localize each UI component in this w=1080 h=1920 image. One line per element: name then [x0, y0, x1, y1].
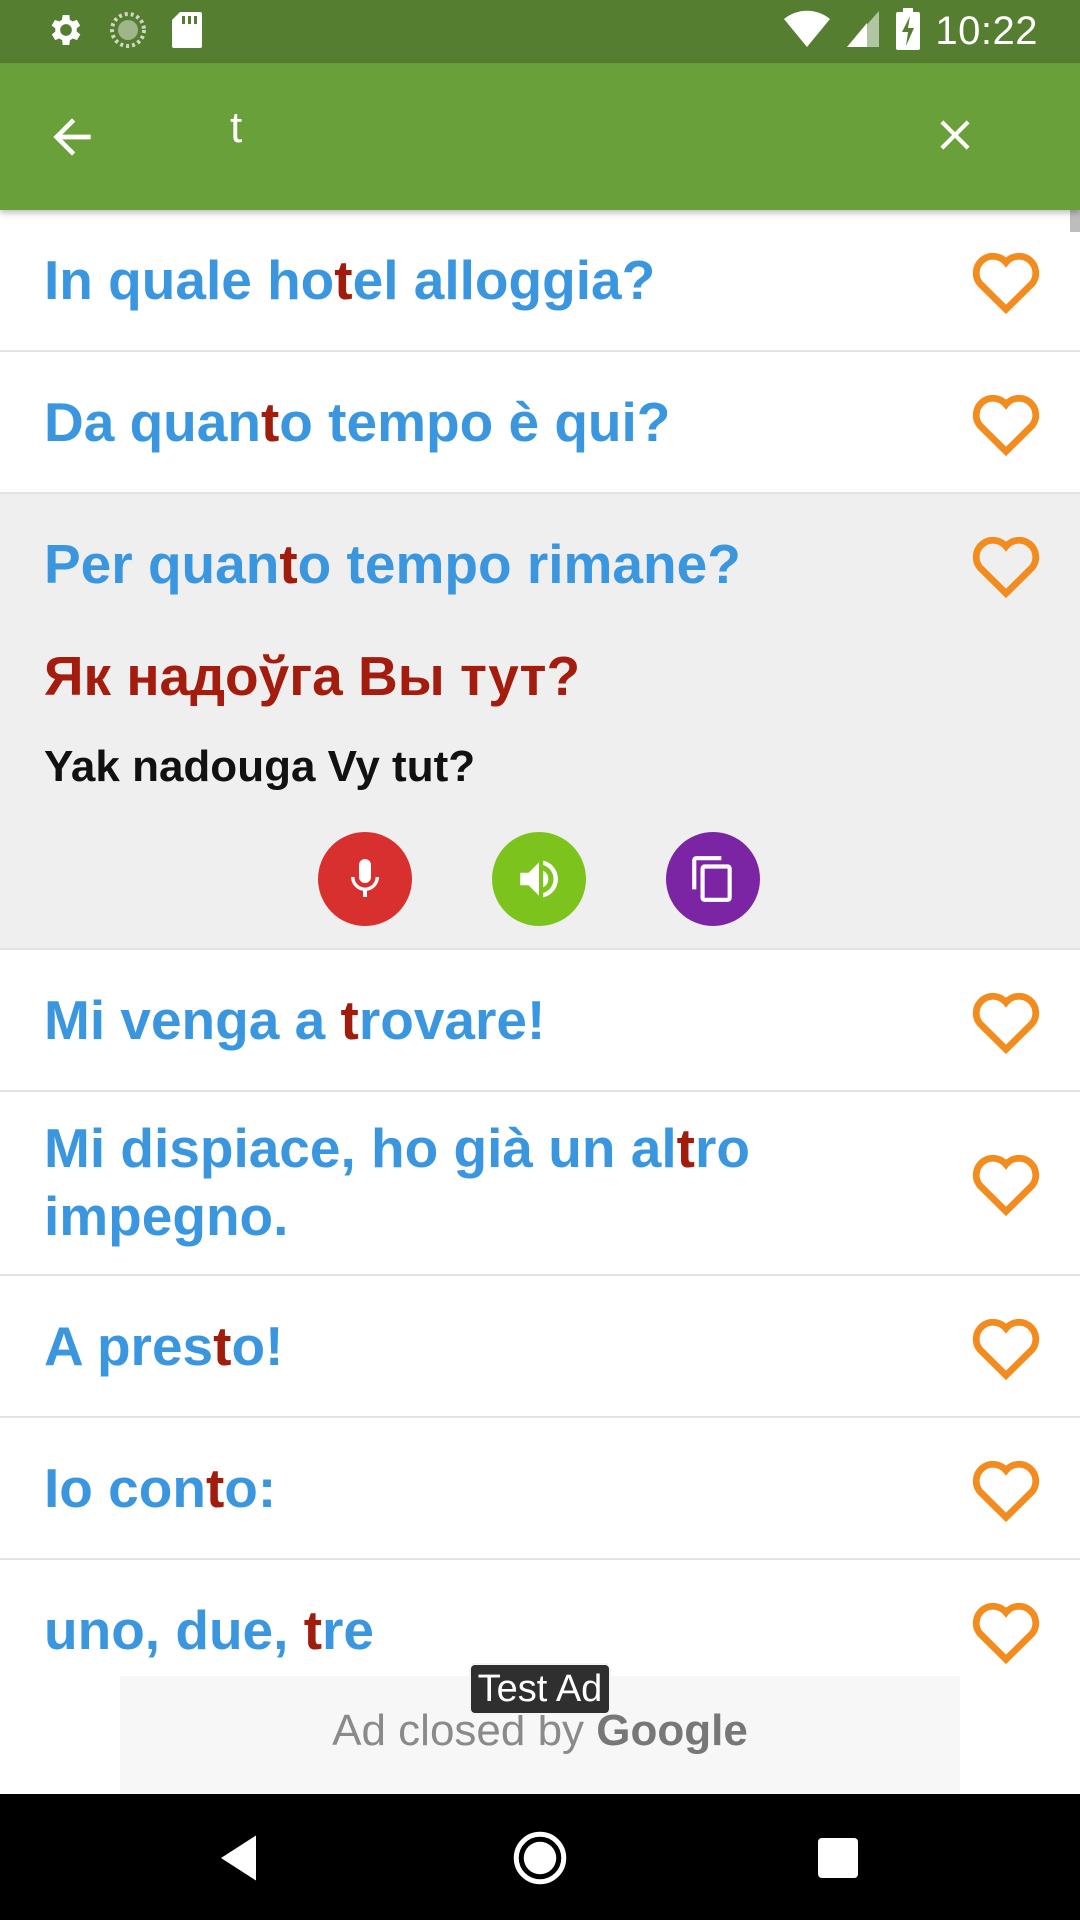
- clear-search-button[interactable]: [930, 107, 980, 163]
- phrase-row[interactable]: Mi venga a trovare!: [0, 950, 1080, 1092]
- back-button[interactable]: [44, 109, 100, 165]
- scrollbar[interactable]: [1070, 210, 1080, 232]
- phrase-row[interactable]: A presto!: [0, 1276, 1080, 1418]
- navigation-bar: [0, 1794, 1080, 1920]
- heart-icon[interactable]: [968, 388, 1044, 456]
- settings-icon: [46, 10, 86, 55]
- home-circle-icon[interactable]: [510, 1828, 570, 1888]
- play-audio-button[interactable]: [492, 832, 586, 926]
- search-match: t: [260, 391, 280, 453]
- heart-icon[interactable]: [968, 246, 1044, 314]
- sd-card-icon: [170, 10, 204, 55]
- phrase-text: uno, due, tre: [44, 1599, 375, 1661]
- copy-button[interactable]: [666, 832, 760, 926]
- speaker-icon: [520, 860, 558, 898]
- phrase-list: In quale hotel alloggia? Da quanto tempo…: [0, 210, 1080, 1794]
- search-match: t: [676, 1117, 695, 1179]
- search-match: t: [279, 533, 298, 595]
- phrase-row[interactable]: Mi dispiace, ho già un altro impegno.: [0, 1092, 1080, 1276]
- status-time: 10:22: [935, 8, 1038, 53]
- phrase-text: In quale hotel alloggia?: [44, 249, 656, 311]
- search-match: t: [340, 989, 359, 1051]
- phrase-row[interactable]: Da quanto tempo è qui?: [0, 352, 1080, 494]
- loading-icon: [108, 10, 148, 55]
- transliteration-text: Yak nadouga Vy tut?: [44, 742, 476, 791]
- status-bar: 10:22: [0, 0, 1080, 63]
- phrase-text: Mi venga a trovare!: [44, 989, 546, 1051]
- translation-text: Як надоўга Вы тут?: [44, 645, 581, 707]
- signal-icon: [845, 9, 881, 54]
- phrase-row[interactable]: In quale hotel alloggia?: [0, 210, 1080, 352]
- arrow-left-icon: [53, 118, 91, 156]
- battery-charging-icon: [895, 7, 921, 55]
- heart-icon[interactable]: [968, 1596, 1044, 1664]
- copy-icon: [692, 856, 732, 902]
- recents-square-icon[interactable]: [808, 1828, 868, 1888]
- search-match: t: [303, 1599, 323, 1661]
- wifi-icon: [783, 9, 831, 54]
- phrase-text: Per quanto tempo rimane?: [44, 533, 741, 595]
- record-button[interactable]: [318, 832, 412, 926]
- heart-icon[interactable]: [968, 530, 1044, 598]
- close-icon: [940, 120, 970, 150]
- test-ad-badge: Test Ad: [469, 1663, 611, 1715]
- phrase-text: Da quanto tempo è qui?: [44, 391, 671, 453]
- search-input[interactable]: t: [230, 103, 242, 153]
- search-match: t: [213, 1315, 232, 1377]
- heart-icon[interactable]: [968, 1148, 1044, 1216]
- search-match: t: [334, 249, 353, 311]
- heart-icon[interactable]: [968, 1454, 1044, 1522]
- search-match: t: [205, 1457, 225, 1519]
- search-bar: t: [0, 63, 1080, 210]
- back-triangle-icon[interactable]: [211, 1828, 271, 1888]
- mic-icon: [351, 859, 379, 897]
- phrase-row-expanded[interactable]: Per quanto tempo rimane? Як надоўга Вы т…: [0, 494, 1080, 950]
- phrase-row[interactable]: Io conto:: [0, 1418, 1080, 1560]
- heart-icon[interactable]: [968, 1312, 1044, 1380]
- google-logo: Google: [596, 1706, 748, 1755]
- phrase-text: Mi dispiace, ho già un altro impegno.: [44, 1117, 750, 1247]
- phrase-text: Io conto:: [44, 1457, 277, 1519]
- phrase-text: A presto!: [44, 1315, 284, 1377]
- heart-icon[interactable]: [968, 986, 1044, 1054]
